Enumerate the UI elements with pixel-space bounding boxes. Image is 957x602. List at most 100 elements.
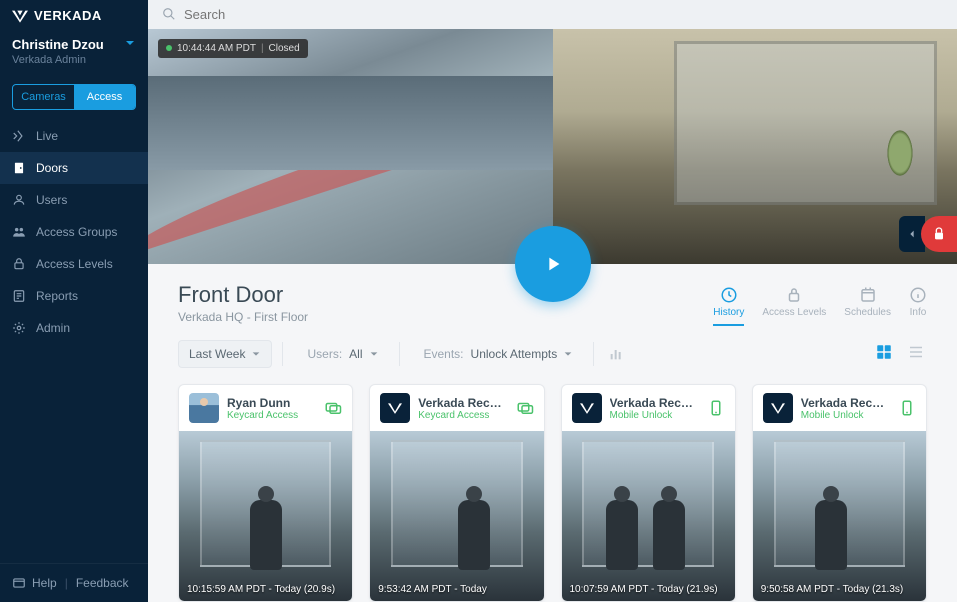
nav-levels[interactable]: Access Levels (0, 248, 148, 280)
nav-levels-label: Access Levels (36, 257, 113, 271)
filter-divider (593, 342, 594, 366)
schedules-icon (859, 286, 877, 304)
nav-reports-label: Reports (36, 289, 78, 303)
brand-icon (12, 9, 28, 23)
nav-doors-label: Doors (36, 161, 68, 175)
nav-groups[interactable]: Access Groups (0, 216, 148, 248)
event-method: Keycard Access (418, 410, 507, 421)
main: 10:44:44 AM PDT | Closed Front Door Verk… (148, 0, 957, 602)
nav-live[interactable]: Live (0, 120, 148, 152)
avatar (189, 393, 219, 423)
mobile-icon (898, 399, 916, 417)
levels-icon (12, 257, 26, 271)
search-input[interactable] (184, 7, 943, 22)
filter-events[interactable]: Events: Unlock Attempts (410, 341, 584, 367)
chevron-down-icon (124, 37, 136, 49)
mobile-icon (707, 399, 725, 417)
keycard-icon (516, 399, 534, 417)
filter-date-range[interactable]: Last Week (178, 340, 272, 368)
tab-schedules[interactable]: Schedules (844, 286, 891, 326)
event-time: 9:50:58 AM PDT - Today (21.3s) (761, 584, 903, 595)
chart-icon[interactable] (608, 346, 624, 362)
search-icon (162, 7, 176, 21)
door-title: Front Door (178, 282, 308, 308)
live-dot-icon (166, 45, 172, 51)
filter-events-label: Events: (420, 347, 468, 361)
chevron-left-icon (907, 229, 917, 239)
door-location: Verkada HQ - First Floor (178, 310, 308, 324)
nav-doors[interactable]: Doors (0, 152, 148, 184)
help-icon (12, 576, 26, 590)
nav-groups-label: Access Groups (36, 225, 117, 239)
event-thumbnail: 10:07:59 AM PDT - Today (21.9s) (562, 431, 735, 601)
timestamp-chip: 10:44:44 AM PDT | Closed (158, 39, 308, 58)
avatar (763, 393, 793, 423)
filter-events-value: Unlock Attempts (471, 347, 558, 361)
lock-control[interactable] (899, 216, 957, 252)
toggle-access[interactable]: Access (74, 85, 135, 109)
event-time: 10:15:59 AM PDT - Today (20.9s) (187, 584, 335, 595)
filter-divider (399, 342, 400, 366)
timestamp-text: 10:44:44 AM PDT (177, 43, 256, 54)
filter-row: Last Week Users: All Events: Unlock Atte… (148, 326, 957, 378)
nav-live-label: Live (36, 129, 58, 143)
nav-list: Live Doors Users Access Groups Access Le… (0, 120, 148, 563)
lock-button[interactable] (921, 216, 957, 252)
help-link[interactable]: Help (32, 576, 57, 590)
admin-icon (12, 321, 26, 335)
tab-info-label: Info (910, 307, 927, 318)
event-user: Verkada Reception (801, 396, 890, 410)
user-name: Christine Dzou (12, 37, 104, 52)
play-button[interactable] (515, 226, 591, 302)
filter-users[interactable]: Users: All (293, 341, 388, 367)
camera-feed-interior[interactable] (553, 29, 957, 264)
chevron-down-icon (563, 349, 573, 359)
user-role: Verkada Admin (12, 54, 104, 66)
tab-levels-label: Access Levels (762, 307, 826, 318)
event-user: Verkada Reception (418, 396, 507, 410)
toggle-cameras[interactable]: Cameras (13, 85, 74, 109)
event-user: Verkada Reception (610, 396, 699, 410)
event-card[interactable]: Verkada Reception Mobile Unlock 10:07:59… (561, 384, 736, 602)
play-icon (542, 253, 564, 275)
footer-divider: | (65, 576, 68, 590)
chevron-down-icon (369, 349, 379, 359)
feedback-link[interactable]: Feedback (76, 576, 129, 590)
groups-icon (12, 225, 26, 239)
brand-logo[interactable]: VERKADA (0, 0, 148, 31)
doors-icon (12, 161, 26, 175)
event-card[interactable]: Verkada Reception Mobile Unlock 9:50:58 … (752, 384, 927, 602)
filter-users-label: Users: (303, 347, 346, 361)
nav-reports[interactable]: Reports (0, 280, 148, 312)
tab-history[interactable]: History (713, 286, 744, 326)
event-card[interactable]: Verkada Reception Keycard Access 9:53:42… (369, 384, 544, 602)
video-area: 10:44:44 AM PDT | Closed (148, 29, 957, 264)
product-toggle: Cameras Access (12, 84, 136, 110)
event-method: Mobile Unlock (801, 410, 890, 421)
grid-view-icon[interactable] (873, 341, 895, 368)
nav-admin[interactable]: Admin (0, 312, 148, 344)
event-card[interactable]: Ryan Dunn Keycard Access 10:15:59 AM PDT… (178, 384, 353, 602)
event-method: Mobile Unlock (610, 410, 699, 421)
event-time: 10:07:59 AM PDT - Today (21.9s) (570, 584, 718, 595)
tab-levels[interactable]: Access Levels (762, 286, 826, 326)
nav-admin-label: Admin (36, 321, 70, 335)
live-icon (12, 129, 26, 143)
search-bar[interactable] (148, 0, 957, 29)
user-section[interactable]: Christine Dzou Verkada Admin (0, 31, 148, 76)
tab-info[interactable]: Info (909, 286, 927, 326)
camera-feed-exterior[interactable]: 10:44:44 AM PDT | Closed (148, 29, 553, 264)
nav-users[interactable]: Users (0, 184, 148, 216)
door-state: Closed (269, 43, 300, 54)
list-view-icon[interactable] (905, 341, 927, 368)
event-time: 9:53:42 AM PDT - Today (378, 584, 487, 595)
filter-divider (282, 342, 283, 366)
keycard-icon (324, 399, 342, 417)
users-icon (12, 193, 26, 207)
info-icon (909, 286, 927, 304)
levels-tab-icon (785, 286, 803, 304)
event-method: Keycard Access (227, 410, 316, 421)
sidebar: VERKADA Christine Dzou Verkada Admin Cam… (0, 0, 148, 602)
nav-users-label: Users (36, 193, 67, 207)
filter-range-label: Last Week (189, 347, 245, 361)
